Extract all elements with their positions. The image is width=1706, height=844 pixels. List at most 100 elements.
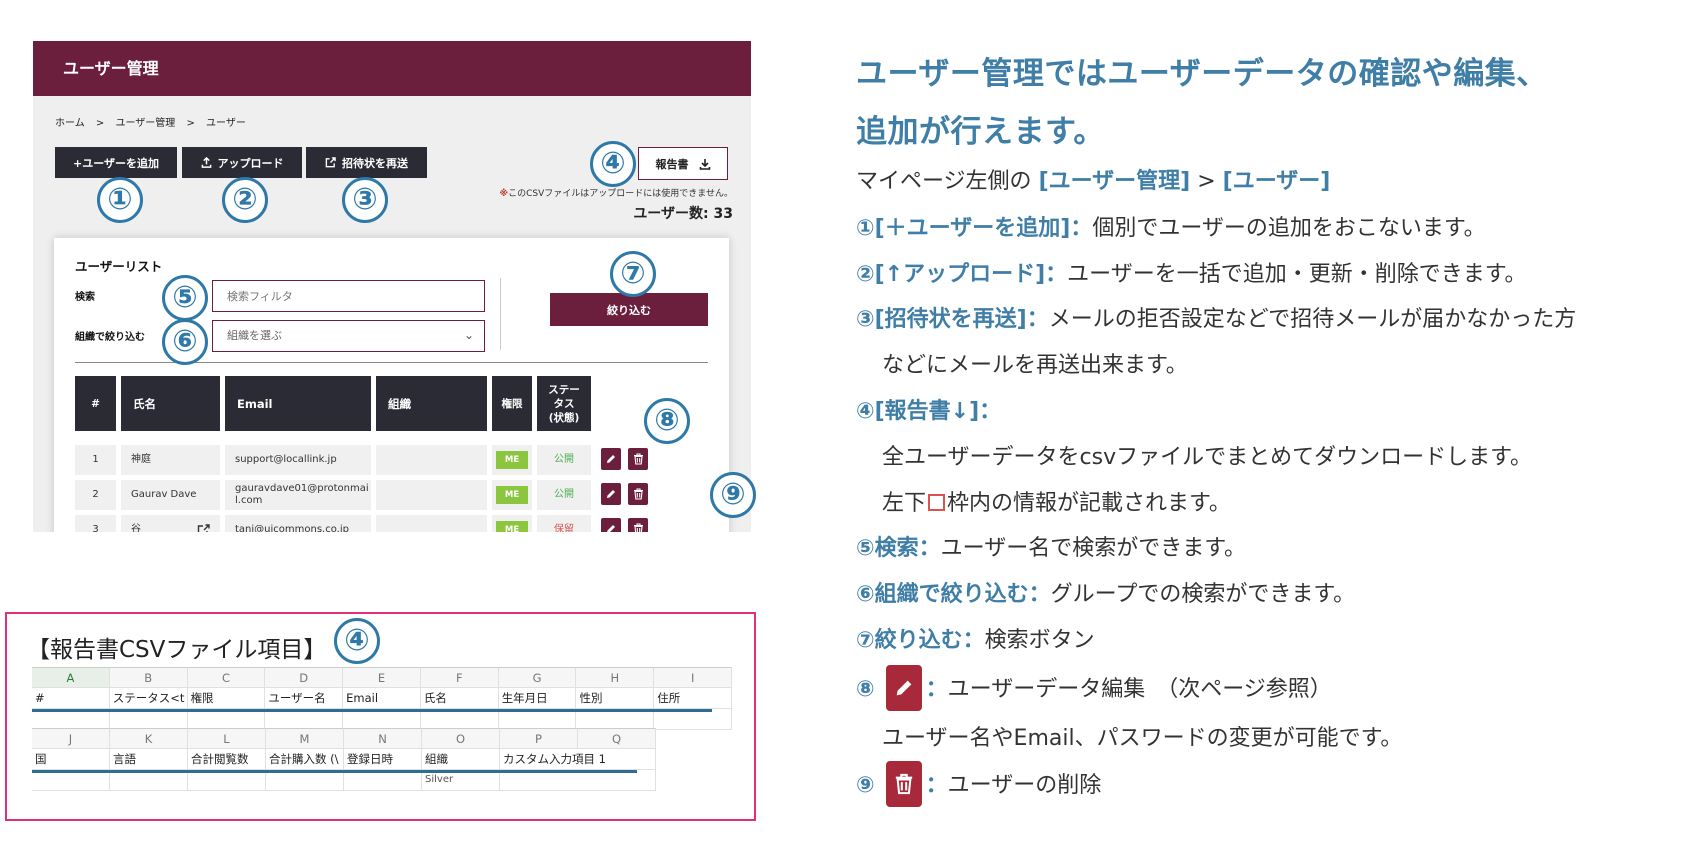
heading-line-1: ユーザー管理ではユーザーデータの確認や編集、 [856,56,1548,92]
row-underline [32,709,712,712]
item-3: ③[招待状を再送]：メールの拒否設定などで招待メールが届かなかった方 [856,301,1576,333]
item-text: ユーザー名で検索ができます。 [940,536,1247,561]
csv-field: Silver [422,770,500,791]
menu-path: マイページ左側の [ユーザー管理] > [ユーザー] [856,163,1330,195]
item-text: グループでの検索ができます。 [1050,582,1356,607]
col-letter: I [654,667,733,688]
csv-field: 登録日時 [344,749,422,770]
delete-button[interactable] [628,448,648,470]
callout-3: ③ [342,177,388,223]
item-text: 検索ボタン [984,628,1095,653]
cell-email: tani@uicommons.co.jp [225,515,371,532]
item-text: メールの拒否設定などで招待メールが届かなかった方 [1048,307,1577,332]
csv-field: 生年月日 [498,688,577,709]
csv-field: ユーザー名 [265,688,344,709]
col-header-status: ステー タス (状態) [537,376,591,431]
csv-grid-row1: A B C D E F G H I # ステータス<t 権限 ユーザー名 Ema… [32,667,733,730]
pencil-icon [607,455,615,463]
path-separator: > [1190,169,1223,194]
cell-name: 谷 [121,515,220,532]
name-text: 谷 [131,524,141,532]
breadcrumb-home[interactable]: ホーム [55,118,85,129]
add-user-button[interactable]: +ユーザーを追加 [55,147,177,178]
edit-icon-tile [885,665,922,711]
search-input[interactable] [212,280,485,312]
upload-icon [201,157,211,168]
csv-field: 権限 [187,688,266,709]
delete-button[interactable] [628,518,648,532]
col-letter: D [265,667,344,688]
upload-button[interactable]: アップロード [182,147,302,178]
cell-status: 保留 [537,515,591,532]
item-text: 枠内の情報が記載されます。 [947,491,1231,516]
csv-field: 国 [32,749,110,770]
col-letter: M [266,728,344,749]
csv-items-box: 【報告書CSVファイル項目】 ④ A B C D E F G H I # ステー… [5,612,756,821]
email-line: gauravdave01@protonmai [235,483,369,494]
csv-field: 組織 [422,749,500,770]
filter-button[interactable]: 絞り込む [550,293,708,326]
red-box-icon [928,493,946,511]
org-filter-label: 組織で絞り込む [75,332,145,343]
breadcrumb-user-management[interactable]: ユーザー管理 [115,118,175,129]
col-header-email: Email [225,376,371,431]
edit-button[interactable] [601,518,621,532]
path-prefix: マイページ左側の [856,169,1032,194]
edit-button[interactable] [601,483,621,505]
csv-field: # [32,688,110,709]
cell-number: 2 [75,480,116,510]
item-text: ユーザーデータ編集 （次ページ参照） [947,677,1332,702]
cell-name: Gaurav Dave [121,480,220,510]
col-letter: N [344,728,422,749]
item-key: ⑤検索： [856,536,941,561]
pencil-icon [607,490,615,498]
cell-role: ME [492,445,532,475]
csv-field: 合計購入数 (\ [266,749,344,770]
col-letter: C [187,667,266,688]
col-letter: Q [578,728,656,749]
heading-line-2: 追加が行えます。 [856,114,1105,150]
item-key: ⑧ [856,677,875,702]
cell-role: ME [492,480,532,510]
item-key: ⑦絞り込む： [856,628,985,653]
csv-grid-row2: J K L M N O P Q 国 言語 合計閲覧数 合計購入数 (\ 登録日時… [32,728,732,791]
cell-number: 1 [75,445,116,475]
divider [75,362,708,363]
col-header-role: 権限 [492,376,532,431]
csv-field: 性別 [576,688,655,709]
org-select[interactable]: 組織を選ぶ ⌄ [212,320,485,352]
col-letter: G [498,667,577,688]
report-button[interactable]: 報告書 [638,147,728,180]
trash-icon [633,523,643,532]
item-key: ④[報告書↓]： [856,399,1002,424]
user-count: ユーザー数: 33 [633,206,733,222]
callout-4: ④ [590,141,636,187]
resend-invite-label: 招待状を再送 [342,156,408,170]
status-public: 公開 [554,489,574,500]
col-letter: P [500,728,578,749]
share-icon[interactable] [197,524,210,532]
item-key: ②[↑アップロード]： [856,262,1068,287]
item-key-colon: ： [925,677,948,702]
callout-7: ⑦ [610,251,656,297]
edit-button[interactable] [601,448,621,470]
csv-field: ステータス<t [109,688,188,709]
csv-field: Email [343,688,421,709]
col-letter: E [343,667,421,688]
resend-invite-button[interactable]: 招待状を再送 [306,147,427,178]
upload-label: アップロード [217,156,284,170]
page-header: ユーザー管理 [33,41,751,96]
divider [500,278,501,350]
csv-note-mark: ※ [499,189,509,199]
delete-icon-tile [885,761,922,807]
delete-button[interactable] [628,483,648,505]
status-public: 公開 [554,454,574,465]
item-text: 左下 [882,491,927,516]
role-badge: ME [496,521,528,532]
callout-1: ① [97,177,143,223]
breadcrumb: ホーム > ユーザー管理 > ユーザー [55,114,254,129]
csv-note: ※このCSVファイルはアップロードには使用できません。 [499,186,733,199]
path-user-management: [ユーザー管理] [1038,169,1191,194]
cell-org [376,515,487,532]
item-key-colon: ： [925,773,948,798]
